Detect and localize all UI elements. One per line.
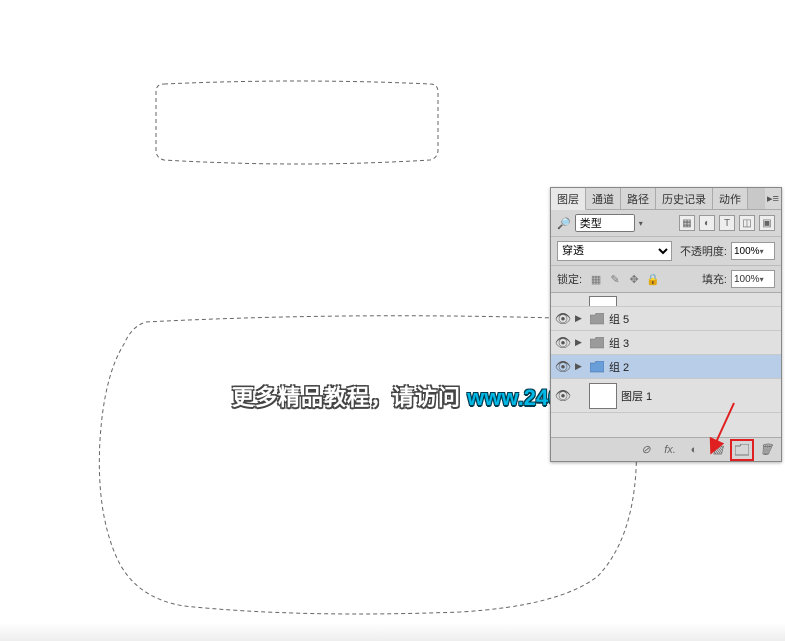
filter-pixel-icon[interactable]: ▦ [679,215,695,231]
search-icon: 🔎 [557,217,571,230]
opacity-value[interactable]: 100%▾ [731,242,775,260]
panel-footer: ⊘ fx. ◐ ▧ 🗑 [551,437,781,461]
filter-kind-arrow[interactable]: ▾ [639,219,643,228]
panel-tabs: 图层 通道 路径 历史记录 动作 ▸≡ [551,188,781,210]
tab-layers[interactable]: 图层 [551,188,586,210]
layer-partial[interactable]: 👁 [551,293,781,307]
fill-value[interactable]: 100%▾ [731,270,775,288]
folder-icon [589,360,605,374]
layer-name: 组 5 [609,311,629,327]
lock-row: 锁定: ▦ ✎ ✥ 🔒 填充: 100%▾ [551,266,781,293]
layer-group-3[interactable]: 👁 ▶ 组 3 [551,331,781,355]
selection-marquee-top [156,81,438,164]
layer-name: 组 2 [609,359,629,375]
filter-text-icon[interactable]: T [719,215,735,231]
blend-row: 穿透 不透明度: 100%▾ [551,237,781,266]
layer-group-2[interactable]: 👁 ▶ 组 2 [551,355,781,379]
watermark-text-2: 请访问 [392,385,461,410]
visibility-icon[interactable]: 👁 [555,335,571,351]
lock-pixels-icon[interactable]: ✎ [607,271,623,287]
filter-adjust-icon[interactable]: ◐ [699,215,715,231]
chevron-right-icon[interactable]: ▶ [575,313,585,324]
folder-icon [589,336,605,350]
layer-1[interactable]: 👁 图层 1 [551,379,781,413]
folder-icon [589,312,605,326]
tab-actions[interactable]: 动作 [713,188,748,209]
layers-list: 👁 👁 ▶ 组 5 👁 ▶ 组 3 👁 ▶ 组 2 [551,293,781,437]
tab-history[interactable]: 历史记录 [656,188,713,209]
opacity-label: 不透明度: [680,243,727,259]
layer-name: 组 3 [609,335,629,351]
mask-icon[interactable]: ◐ [685,442,703,458]
chevron-right-icon[interactable]: ▶ [575,361,585,372]
watermark-text-1: 更多精品教程 [232,385,370,410]
lock-position-icon[interactable]: ✥ [626,271,642,287]
chevron-right-icon[interactable]: ▶ [575,337,585,348]
tab-channels[interactable]: 通道 [586,188,621,209]
blend-mode-select[interactable]: 穿透 [557,241,672,261]
lock-label: 锁定: [557,271,582,287]
visibility-icon[interactable]: 👁 [555,359,571,375]
filter-smart-icon[interactable]: ▣ [759,215,775,231]
layers-empty-area [551,413,781,437]
lock-transparent-icon[interactable]: ▦ [588,271,604,287]
tab-filler [748,188,765,209]
tab-paths[interactable]: 路径 [621,188,656,209]
visibility-icon[interactable]: 👁 [555,388,571,404]
watermark-comma: ， [370,385,392,410]
fill-label: 填充: [702,271,727,287]
link-layers-icon[interactable]: ⊘ [637,442,655,458]
layer-thumbnail [589,383,617,409]
visibility-icon[interactable]: 👁 [555,311,571,327]
annotation-arrow [708,401,738,464]
filter-shape-icon[interactable]: ◫ [739,215,755,231]
filter-row: 🔎 ▾ ▦ ◐ T ◫ ▣ [551,210,781,237]
layer-group-5[interactable]: 👁 ▶ 组 5 [551,307,781,331]
layers-panel: 图层 通道 路径 历史记录 动作 ▸≡ 🔎 ▾ ▦ ◐ T ◫ ▣ 穿透 不透明… [550,187,782,462]
lock-all-icon[interactable]: 🔒 [645,271,661,287]
layer-name: 图层 1 [621,388,652,404]
panel-menu-icon[interactable]: ▸≡ [765,188,781,209]
filter-kind-input[interactable] [575,214,635,232]
new-layer-icon[interactable]: 🗑 [757,442,775,458]
fx-icon[interactable]: fx. [661,442,679,458]
